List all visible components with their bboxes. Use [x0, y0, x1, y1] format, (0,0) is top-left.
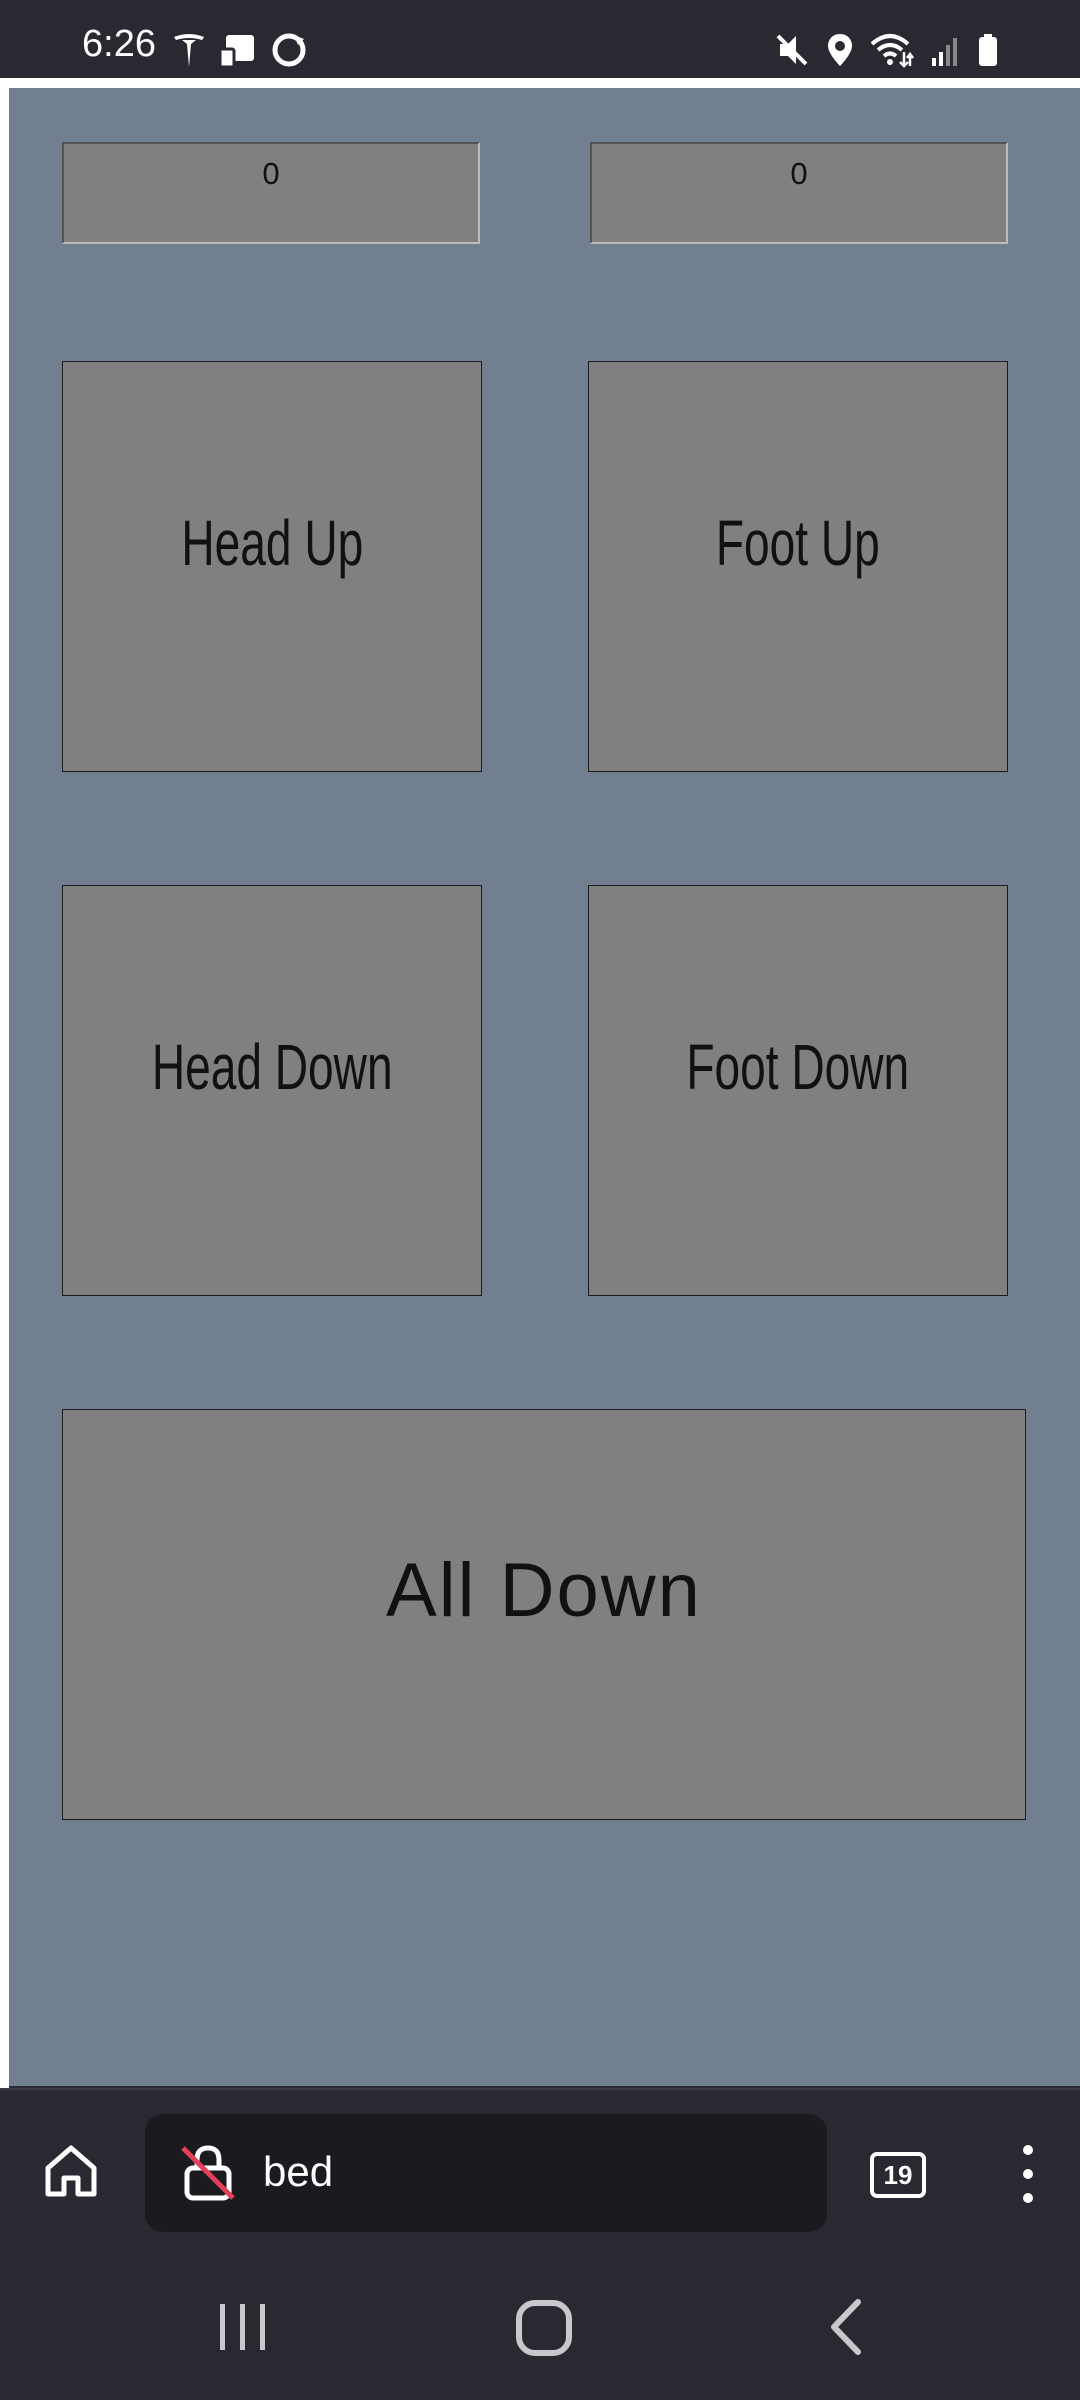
page-left-border [0, 78, 9, 2088]
status-bar: 6:26 [0, 0, 1080, 78]
all-down-label: All Down [386, 1548, 702, 1633]
foot-up-label: Foot Up [716, 506, 880, 579]
page-top-border [0, 78, 1080, 88]
mute-icon [774, 32, 810, 68]
insecure-lock-icon[interactable] [177, 2142, 239, 2204]
home-icon[interactable] [40, 2140, 102, 2202]
url-text: bed [263, 2148, 334, 2195]
nav-home-icon[interactable] [514, 2298, 574, 2358]
all-down-button[interactable]: All Down [62, 1409, 1026, 1820]
foot-down-button[interactable]: Foot Down [588, 885, 1008, 1296]
head-position-counter: 0 [62, 142, 480, 244]
head-down-button[interactable]: Head Down [62, 885, 482, 1296]
head-up-button[interactable]: Head Up [62, 361, 482, 772]
system-nav-bar [0, 2238, 1080, 2400]
foot-down-label: Foot Down [686, 1030, 910, 1103]
browser-toolbar: bed 19 [0, 2088, 1080, 2240]
back-icon[interactable] [826, 2298, 866, 2356]
tesla-icon [172, 31, 206, 69]
head-down-label: Head Down [151, 1030, 393, 1103]
foot-up-button[interactable]: Foot Up [588, 361, 1008, 772]
battery-icon [976, 32, 1000, 68]
signal-icon [930, 32, 960, 68]
head-up-label: Head Up [181, 506, 363, 579]
status-right-icons [774, 28, 1000, 72]
tabs-icon[interactable]: 19 [870, 2152, 926, 2198]
wifi-icon [870, 32, 914, 68]
location-icon [826, 32, 854, 68]
bed-control-page: 0 0 Head Up Foot Up Head Down Foot Down … [9, 88, 1080, 2086]
url-bar[interactable]: bed [145, 2114, 827, 2232]
status-left-icons [172, 28, 308, 72]
cast-icon [218, 31, 258, 69]
more-vert-icon[interactable] [1010, 2142, 1046, 2206]
circle-notification-icon [270, 31, 308, 69]
recent-apps-icon[interactable] [216, 2300, 270, 2354]
status-time: 6:26 [82, 23, 156, 65]
foot-position-counter: 0 [590, 142, 1008, 244]
